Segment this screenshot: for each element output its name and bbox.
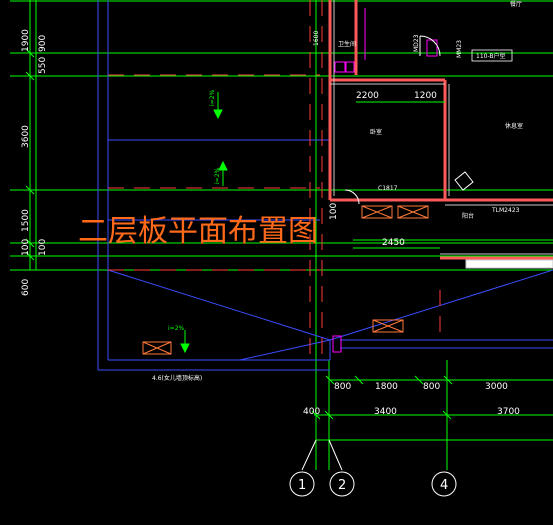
- dim-left-100-a: 100: [21, 239, 31, 256]
- dim-left-550: 550: [38, 57, 48, 74]
- label-slope-3: i=2%: [168, 325, 185, 332]
- label-room-b: 卧室: [370, 128, 382, 136]
- dim-left-100-b: 100: [38, 239, 48, 256]
- axis-label-4: 4: [440, 478, 448, 493]
- axis-bubbles: [289, 439, 457, 497]
- dim-2200: 2200: [356, 91, 379, 101]
- label-top-right: 餐厅: [510, 0, 522, 8]
- dim-left-900: 900: [38, 35, 48, 52]
- label-1600: 1600: [313, 31, 320, 46]
- door-swings: [344, 35, 474, 205]
- fixtures: [332, 8, 438, 353]
- label-ref: MM23: [456, 40, 463, 58]
- label-window: TLM2423: [491, 207, 520, 214]
- label-slope-2: i=2%: [214, 167, 221, 184]
- dim-left-3600: 3600: [21, 125, 31, 148]
- dim-100-inner: 100: [329, 203, 339, 220]
- wall-inner-lines: [330, 0, 553, 269]
- label-elevation-note: 4.6(女儿墙顶标高): [152, 374, 202, 382]
- dim-3700: 3700: [497, 407, 520, 417]
- beam-lines: [108, 0, 441, 360]
- label-slope-1: i=2%: [209, 89, 216, 106]
- floor-plan-drawing: 1 2 4 800 1800 800 3000 400 3400 3700 19…: [10, 0, 553, 497]
- dim-3000: 3000: [485, 382, 508, 392]
- drawing-title: 二层板平面布置图: [78, 214, 318, 249]
- label-md23: MD23: [413, 34, 420, 52]
- label-room-c: 休息室: [505, 122, 523, 130]
- dim-2450: 2450: [382, 238, 405, 248]
- dim-800-a: 800: [334, 382, 351, 392]
- dim-800-b: 800: [423, 382, 440, 392]
- dim-left-600: 600: [21, 279, 31, 296]
- dim-1200: 1200: [414, 91, 437, 101]
- label-door: C1817: [378, 185, 398, 192]
- dim-400: 400: [303, 407, 320, 417]
- label-room-a: 卫生间: [338, 40, 356, 48]
- label-tag: 110-B户型: [476, 52, 506, 60]
- axis-label-2: 2: [338, 478, 346, 493]
- dim-3400: 3400: [374, 407, 397, 417]
- label-room-d: 阳台: [462, 212, 474, 220]
- axis-label-1: 1: [298, 478, 306, 493]
- dim-1800: 1800: [375, 382, 398, 392]
- dim-left-1500: 1500: [21, 209, 31, 232]
- dim-left-1900: 1900: [21, 29, 31, 52]
